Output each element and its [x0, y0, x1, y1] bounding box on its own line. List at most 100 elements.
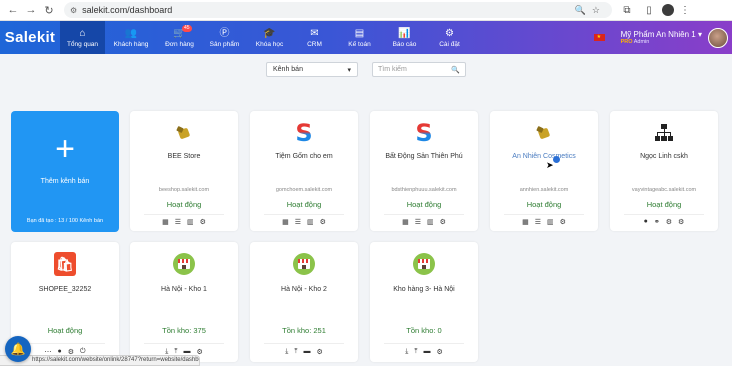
channel-card[interactable]: An Nhiên Cosmetics annhien.salekit.com Hoạ… [490, 111, 598, 231]
channel-select[interactable]: Kênh bán ▾ [266, 62, 358, 77]
kiosk-shop-shape [298, 259, 310, 269]
card-action-icon[interactable]: ☰ [415, 218, 421, 226]
card-action-icon[interactable]: ⚙ [200, 218, 206, 226]
reload-icon[interactable]: ↻ [42, 3, 56, 17]
card-divider [264, 343, 344, 344]
channel-domain: beeshop.salekit.com [158, 187, 210, 193]
nav-item-settings[interactable]: ⚙ Cài đặt [427, 21, 472, 54]
channel-name[interactable]: Hà Nội - Kho 2 [250, 286, 358, 293]
channel-card[interactable]: Hà Nội - Kho 2 Tồn kho: 251 ⤓ ⤒ ▬ ⚙ [250, 242, 358, 362]
sidepanel-icon[interactable]: ▯ [642, 5, 656, 16]
course-icon: 🎓 [263, 27, 276, 39]
card-action-icon[interactable]: ⚙ [666, 218, 672, 226]
card-action-icon[interactable]: ⚭ [654, 218, 660, 226]
hierarchy-icon [654, 124, 674, 142]
card-action-icon[interactable]: ⚙ [678, 218, 684, 226]
settings-icon: ⚙ [445, 27, 454, 39]
card-action-icon[interactable]: ⚙ [440, 218, 446, 226]
store-logo [250, 250, 358, 278]
search-input[interactable]: Tìm kiếm 🔍 [372, 62, 466, 77]
menu-icon[interactable]: ⋮ [680, 5, 690, 16]
nav-item-crm[interactable]: ✉ CRM [292, 21, 337, 54]
card-action-icon[interactable]: ▥ [187, 218, 194, 226]
nav-item-course[interactable]: 🎓 Khóa học [247, 21, 292, 54]
channel-name[interactable]: An Nhiên Cosmetics [490, 153, 598, 160]
card-action-icon[interactable]: ▦ [162, 218, 169, 226]
bee-logo-icon [176, 127, 192, 139]
store-logo [370, 250, 478, 278]
card-action-icon[interactable]: ⤒ [414, 348, 417, 356]
card-action-icon[interactable]: ⤓ [285, 348, 288, 356]
profile-avatar[interactable] [662, 4, 674, 16]
store-kiosk-icon [173, 253, 195, 275]
nav-item-orders[interactable]: 🛒 Đơn hàng 45 [157, 21, 202, 54]
channel-name[interactable]: Bất Động Sản Thiên Phú [370, 153, 478, 160]
channel-name[interactable]: Tiệm Gốm cho em [250, 153, 358, 160]
channel-domain: bdsthienphuuu.salekit.com [391, 187, 457, 193]
nav-item-label: Tổng quan [66, 40, 99, 48]
channel-card[interactable]: Ngọc Linh cskh vayvintageabc.salekit.com H… [610, 111, 718, 231]
shopee-logo-icon: 🛍 [54, 252, 76, 276]
nav-item-users[interactable]: 👥 Khách hàng [105, 21, 157, 54]
nav-item-label: Sản phẩm [209, 40, 240, 48]
nav-item-report[interactable]: 📊 Báo cáo [382, 21, 427, 54]
card-action-icon[interactable]: ⚙ [316, 348, 322, 356]
channel-name[interactable]: SHOPEE_32252 [11, 286, 119, 293]
card-action-icon[interactable]: ▬ [303, 348, 310, 356]
avatar[interactable] [708, 27, 728, 48]
card-action-icon[interactable]: ⚙ [560, 218, 566, 226]
nav-item-product[interactable]: Ⓟ Sản phẩm [202, 21, 247, 54]
browser-toolbar: ← → ↻ ⚙ salekit.com/dashboard 🔍☆ ⧉ ▯ ⋮ [0, 0, 732, 21]
nav-item-home[interactable]: ⌂ Tổng quan [60, 21, 105, 54]
card-action-icon[interactable]: ⚙ [436, 348, 442, 356]
card-action-icon[interactable]: ● [644, 218, 648, 226]
store-logo: S [370, 119, 478, 147]
channel-name[interactable]: Hà Nội - Kho 1 [130, 286, 238, 293]
card-action-icon[interactable]: ▦ [522, 218, 529, 226]
main-navbar: Salekit ⌂ Tổng quan 👥 Khách hàng 🛒 Đơn hàng 45… [0, 21, 732, 54]
card-action-icon[interactable]: ▥ [307, 218, 314, 226]
salekit-logo[interactable]: Salekit [0, 21, 60, 54]
card-action-icon[interactable]: ▥ [427, 218, 434, 226]
channel-name[interactable]: Ngọc Linh cskh [610, 153, 718, 160]
card-action-icon[interactable]: ▥ [547, 218, 554, 226]
vietnam-flag-icon[interactable] [593, 34, 605, 41]
kiosk-shop-shape [418, 259, 430, 269]
plus-icon: + [55, 130, 75, 168]
card-action-icon[interactable]: ▦ [282, 218, 289, 226]
notification-bell-icon[interactable]: 🔔 [5, 336, 31, 362]
bee-logo-icon [536, 127, 552, 139]
address-bar[interactable]: ⚙ salekit.com/dashboard 🔍☆ [64, 2, 612, 18]
channel-usage: Bạn đã tạo : 13 / 100 Kênh bán [26, 218, 104, 224]
channel-card[interactable]: S Bất Động Sản Thiên Phú bdsthienphuuu.sal… [370, 111, 478, 231]
channel-card[interactable]: Kho hàng 3- Hà Nội Tồn kho: 0 ⤓ ⤒ ▬ ⚙ [370, 242, 478, 362]
user-menu[interactable]: Mỹ Phẩm An Nhiên 1 ▾ PRO Admin [621, 30, 702, 45]
add-channel-card[interactable]: + Thêm kênh bán Bạn đã tạo : 13 / 100 Kê… [11, 111, 119, 232]
channel-name[interactable]: Kho hàng 3- Hà Nội [370, 286, 478, 293]
site-info-icon[interactable]: ⚙ [70, 6, 77, 15]
nav-item-label: Kế toán [348, 40, 371, 48]
card-action-icon[interactable]: ▦ [402, 218, 409, 226]
card-actions: ▦ ☰ ▥ ⚙ [490, 218, 598, 226]
extensions-icon[interactable]: ⧉ [620, 5, 634, 16]
channel-domain: annhien.salekit.com [519, 187, 569, 193]
channel-name[interactable]: BEE Store [130, 153, 238, 160]
channel-card[interactable]: Hà Nội - Kho 1 Tồn kho: 375 ⤓ ⤒ ▬ ⚙ [130, 242, 238, 362]
card-action-icon[interactable]: ☰ [535, 218, 541, 226]
card-divider [384, 214, 464, 215]
card-action-icon[interactable]: ☰ [295, 218, 301, 226]
nav-item-accounting[interactable]: ▤ Kế toán [337, 21, 382, 54]
card-action-icon[interactable]: ▬ [423, 348, 430, 356]
report-icon: 📊 [398, 27, 411, 39]
card-action-icon[interactable]: ⤒ [294, 348, 297, 356]
card-action-icon[interactable]: ☰ [175, 218, 181, 226]
address-bar-actions[interactable]: 🔍☆ [575, 5, 606, 16]
status-badge: Hoạt động [166, 200, 202, 209]
card-action-icon[interactable]: ⚙ [320, 218, 326, 226]
channel-card[interactable]: S Tiệm Gốm cho em gomchoem.salekit.com Hoạt… [250, 111, 358, 231]
forward-icon[interactable]: → [24, 3, 38, 17]
channel-card[interactable]: BEE Store beeshop.salekit.com Hoạt động ▦ ☰ ▥… [130, 111, 238, 231]
back-icon[interactable]: ← [6, 3, 20, 17]
card-actions: ⤓ ⤒ ▬ ⚙ [370, 348, 478, 356]
card-action-icon[interactable]: ⤓ [405, 348, 408, 356]
